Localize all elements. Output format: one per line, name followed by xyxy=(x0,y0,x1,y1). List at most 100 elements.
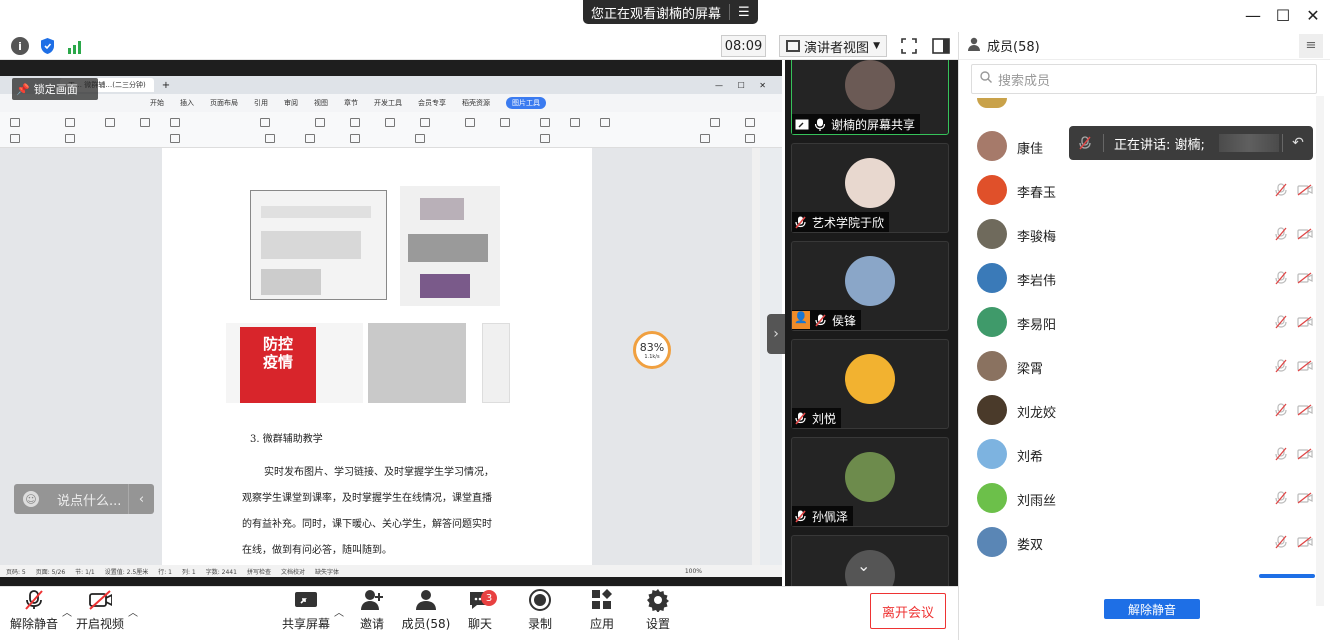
status-item: 字数: 2441 xyxy=(205,568,237,576)
camera-off-icon[interactable] xyxy=(1297,492,1313,504)
document-scrollbar[interactable] xyxy=(752,148,760,578)
video-tile-label: 艺术学院于欣 xyxy=(812,215,885,230)
member-name: 梁霄 xyxy=(1017,362,1044,377)
camera-off-icon[interactable] xyxy=(1297,536,1313,548)
member-row[interactable]: 李易阳 xyxy=(959,300,1314,344)
wps-menu-item: 审阅 xyxy=(284,99,298,107)
chat-button[interactable]: 聊天 xyxy=(450,588,510,638)
member-row[interactable]: 梁霄 xyxy=(959,344,1314,388)
camera-off-icon[interactable] xyxy=(1297,184,1313,196)
fullscreen-icon[interactable] xyxy=(898,35,920,57)
unmute-all-button[interactable]: 解除静音 xyxy=(1104,599,1200,619)
camera-off-icon[interactable] xyxy=(1297,228,1313,240)
members-button[interactable]: 成员(58) xyxy=(396,588,456,638)
member-row[interactable]: 刘龙姣 xyxy=(959,388,1314,432)
undo-icon[interactable]: ↶ xyxy=(1283,135,1313,151)
view-mode-dropdown[interactable]: 演讲者视图 ▼ xyxy=(779,35,887,57)
invite-button[interactable]: 邀请 xyxy=(342,588,402,638)
chevron-up-icon[interactable]: ︿ xyxy=(128,604,138,619)
chat-quick-input[interactable]: ☺ 说点什么... ‹ xyxy=(14,484,154,514)
avatar xyxy=(977,98,1007,108)
mic-off-icon xyxy=(795,215,806,229)
wps-menu-item: 开发工具 xyxy=(374,99,402,107)
wps-tab-bar: 工… 微群辅…(二三分钟) + — ☐ ✕ xyxy=(0,76,782,94)
menu-icon[interactable]: ≡ xyxy=(1299,33,1323,58)
speaker-view-icon xyxy=(786,40,800,52)
wps-menu-item: 章节 xyxy=(344,99,358,107)
avatar xyxy=(845,452,895,502)
divider xyxy=(1103,134,1104,152)
mic-off-icon[interactable] xyxy=(1275,359,1287,373)
member-row[interactable]: 李骏梅 xyxy=(959,212,1314,256)
video-tile-name: 刘悦 xyxy=(792,408,842,428)
collapse-video-icon[interactable]: › xyxy=(767,314,785,354)
menu-icon[interactable]: ☰ xyxy=(738,5,750,20)
mic-off-icon[interactable] xyxy=(1275,183,1287,197)
chevron-left-icon[interactable]: ‹ xyxy=(128,484,154,514)
mic-off-icon[interactable] xyxy=(1275,535,1287,549)
video-tile[interactable]: 👤 侯锋 xyxy=(791,241,949,331)
emoji-icon[interactable]: ☺ xyxy=(23,491,39,507)
camera-off-icon[interactable] xyxy=(1297,272,1313,284)
document-paragraph: 实时发布图片、学习链接、及时掌握学生学习情况， 观察学生课堂到课率，及时掌握学生… xyxy=(242,460,522,564)
member-name: 刘雨丝 xyxy=(1017,494,1057,509)
wps-menu-item: 稻壳资源 xyxy=(462,99,490,107)
settings-button[interactable]: 设置 xyxy=(628,588,688,638)
avatar xyxy=(977,307,1007,337)
chevron-down-icon[interactable]: ⌄ xyxy=(857,556,870,575)
mic-off-icon[interactable] xyxy=(1275,271,1287,285)
unmute-button[interactable]: 解除静音 xyxy=(4,588,64,638)
share-screen-button[interactable]: 共享屏幕 xyxy=(276,588,336,638)
status-item: 行: 1 xyxy=(158,568,172,576)
members-header: 成员(58) ≡ xyxy=(959,32,1330,60)
mic-off-icon[interactable] xyxy=(1275,403,1287,417)
camera-off-icon[interactable] xyxy=(1297,448,1313,460)
paragraph-line: 在线，做到有问必答，随叫随到。 xyxy=(242,545,392,556)
camera-off-icon[interactable] xyxy=(1297,404,1313,416)
record-icon xyxy=(528,589,552,611)
signal-icon[interactable] xyxy=(67,38,84,54)
screenshot-thumbnail xyxy=(400,186,500,306)
video-tile[interactable]: 谢楠的屏幕共享 xyxy=(791,60,949,135)
avatar xyxy=(845,354,895,404)
maximize-icon[interactable]: ☐ xyxy=(1270,2,1296,28)
member-row[interactable]: 刘雨丝 xyxy=(959,476,1314,520)
panel-toggle-icon[interactable] xyxy=(930,35,952,57)
member-row[interactable]: 娄双 xyxy=(959,520,1314,564)
apps-button[interactable]: 应用 xyxy=(572,588,632,638)
viewing-banner[interactable]: 您正在观看谢楠的屏幕 ☰ xyxy=(583,0,758,24)
member-search-input[interactable]: 搜索成员 xyxy=(971,64,1317,94)
camera-off-icon[interactable] xyxy=(1297,316,1313,328)
member-name: 刘龙姣 xyxy=(1017,406,1057,421)
record-button[interactable]: 录制 xyxy=(510,588,570,638)
start-video-button[interactable]: 开启视频 xyxy=(70,588,130,638)
taskbar xyxy=(0,577,782,586)
mic-off-icon[interactable] xyxy=(1275,227,1287,241)
camera-off-icon[interactable] xyxy=(1297,360,1313,372)
lock-screen-button[interactable]: 📌 锁定画面 xyxy=(12,78,98,100)
avatar xyxy=(977,131,1007,161)
video-tile-name: 孙佩泽 xyxy=(792,506,854,526)
members-scrollbar[interactable] xyxy=(1316,96,1324,606)
member-row[interactable]: 李春玉 xyxy=(959,168,1314,212)
scroll-indicator xyxy=(1259,574,1315,578)
status-item: 页码: 5 xyxy=(6,568,26,576)
shield-icon[interactable] xyxy=(39,37,56,55)
leave-meeting-button[interactable]: 离开会议 xyxy=(870,593,946,629)
video-tile-name: 👤 侯锋 xyxy=(792,310,862,330)
member-row[interactable]: 刘希 xyxy=(959,432,1314,476)
video-tile[interactable]: 刘悦 xyxy=(791,339,949,429)
mic-off-icon[interactable] xyxy=(1275,447,1287,461)
wps-menu-item: 视图 xyxy=(314,99,328,107)
video-tile[interactable]: 孙佩泽 xyxy=(791,437,949,527)
info-icon[interactable]: i xyxy=(11,37,29,55)
minimize-icon[interactable]: — xyxy=(1240,2,1266,28)
mic-off-icon[interactable] xyxy=(1275,491,1287,505)
search-placeholder: 搜索成员 xyxy=(998,73,1051,89)
member-row[interactable]: 李岩伟 xyxy=(959,256,1314,300)
close-icon[interactable]: ✕ xyxy=(1300,2,1326,28)
video-tile[interactable]: 艺术学院于欣 xyxy=(791,143,949,233)
new-tab-icon: + xyxy=(161,79,171,91)
members-title: 成员(58) xyxy=(987,40,1040,55)
mic-off-icon[interactable] xyxy=(1275,315,1287,329)
